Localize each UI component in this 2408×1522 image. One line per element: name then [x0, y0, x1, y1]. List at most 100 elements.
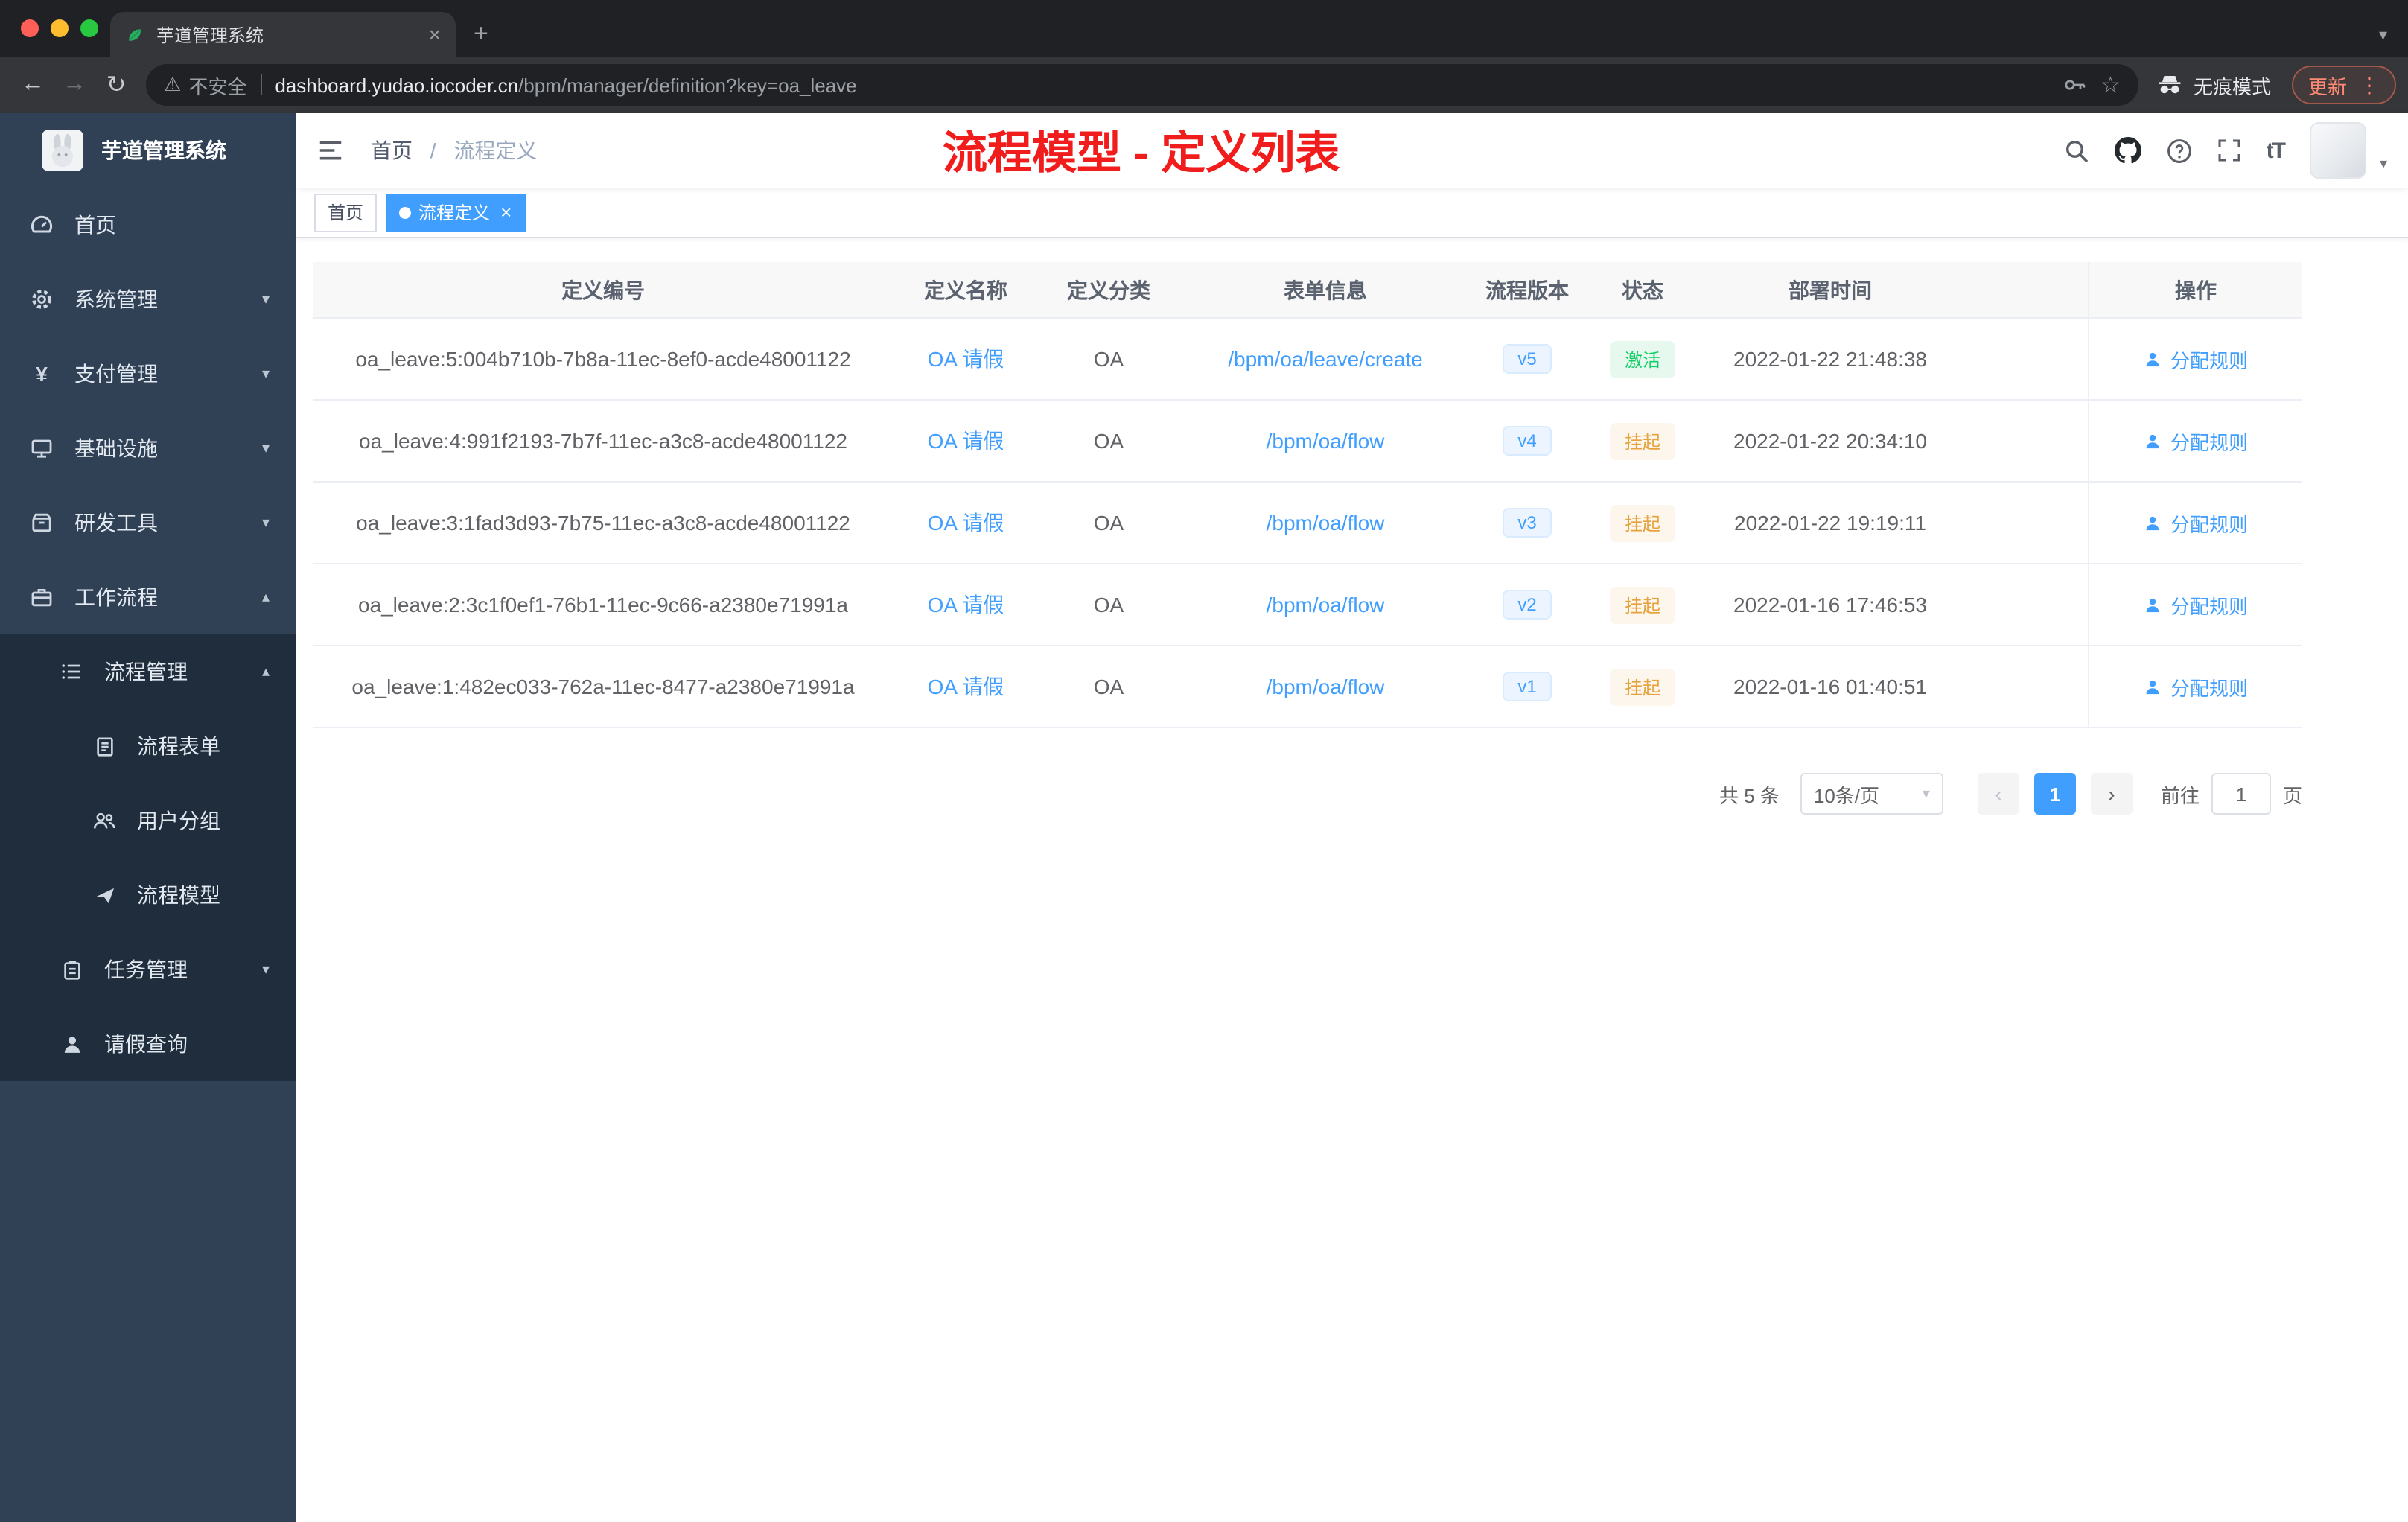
definition-id: oa_leave:5:004b710b-7b8a-11ec-8ef0-acde4… — [355, 347, 851, 371]
tab-search-icon[interactable]: ▾ — [2379, 25, 2387, 45]
warning-icon: ⚠ — [164, 73, 182, 95]
sidebar: 芋道管理系统 首页 系统管理 ▾ ¥ 支付管理 ▾ 基础设施 ▾ 研发工具 ▾ … — [0, 113, 296, 1522]
page-title-annotation: 流程模型 - 定义列表 — [943, 130, 1340, 179]
url-text: dashboard.yudao.iocoder.cn/bpm/manager/d… — [275, 74, 2047, 96]
definition-name-link[interactable]: OA 请假 — [928, 511, 1004, 535]
sidebar-item-user-group[interactable]: 用户分组 — [0, 783, 296, 858]
sidebar-item-infrastructure[interactable]: 基础设施 ▾ — [0, 411, 296, 485]
sidebar-item-task-management[interactable]: 任务管理 ▾ — [0, 932, 296, 1007]
security-label[interactable]: 不安全 — [188, 71, 246, 99]
help-icon[interactable] — [2167, 138, 2192, 163]
definition-name-link[interactable]: OA 请假 — [928, 347, 1004, 371]
version-badge: v1 — [1503, 672, 1552, 701]
page-number-button[interactable]: 1 — [2033, 773, 2076, 815]
status-badge: 挂起 — [1609, 504, 1675, 541]
fullscreen-icon[interactable] — [2217, 138, 2241, 162]
deploy-time: 2022-01-16 17:46:53 — [1733, 593, 1927, 617]
sidebar-item-leave-query[interactable]: 请假查询 — [0, 1007, 296, 1081]
browser-toolbar: ← → ↻ ⚠ 不安全 dashboard.yudao.iocoder.cn/b… — [0, 57, 2408, 113]
prev-page-button[interactable]: ‹ — [1977, 773, 2019, 815]
back-button[interactable]: ← — [12, 71, 54, 98]
refresh-button[interactable]: ↻ — [95, 70, 137, 100]
clipboard-icon — [60, 958, 83, 981]
tag-home[interactable]: 首页 — [314, 193, 378, 232]
table-row: oa_leave:3:1fad3d93-7b75-11ec-a3c8-acde4… — [313, 483, 2302, 564]
font-size-icon[interactable]: tT — [2267, 138, 2286, 163]
page-size-select[interactable]: 10条/页 ▾ — [1800, 773, 1943, 815]
tab-close-icon[interactable]: × — [429, 22, 441, 46]
browser-tab[interactable]: 芋道管理系统 × — [110, 12, 456, 57]
tags-bar: 首页 流程定义 × — [296, 188, 2408, 238]
next-page-button[interactable]: › — [2090, 773, 2133, 815]
app-frame: 芋道管理系统 首页 系统管理 ▾ ¥ 支付管理 ▾ 基础设施 ▾ 研发工具 ▾ … — [0, 113, 2408, 1522]
form-link[interactable]: /bpm/oa/flow — [1267, 675, 1385, 698]
main-area: 首页 / 流程定义 流程模型 - 定义列表 tT ▾ 首页 流程定义 × 定义编… — [296, 113, 2408, 1522]
header-action: 操作 — [2088, 262, 2302, 317]
assign-rule-button[interactable]: 分配规则 — [2144, 427, 2248, 455]
status-badge: 挂起 — [1609, 668, 1675, 705]
sidebar-item-process-model[interactable]: 流程模型 — [0, 858, 296, 932]
incognito-label: 无痕模式 — [2193, 75, 2271, 98]
deploy-time: 2022-01-22 20:34:10 — [1733, 429, 1927, 453]
browser-menu-icon[interactable]: ⋮ — [2359, 72, 2380, 98]
sidebar-item-process-form[interactable]: 流程表单 — [0, 709, 296, 783]
assign-rule-button[interactable]: 分配规则 — [2144, 672, 2248, 701]
table-row: oa_leave:2:3c1f0ef1-76b1-11ec-9c66-a2380… — [313, 564, 2302, 646]
tag-close-icon[interactable]: × — [500, 201, 512, 223]
password-key-icon[interactable] — [2062, 73, 2086, 97]
status-badge: 激活 — [1609, 340, 1675, 378]
new-tab-button[interactable]: + — [474, 19, 488, 49]
definition-name-link[interactable]: OA 请假 — [928, 675, 1004, 698]
tag-process-definition[interactable]: 流程定义 × — [386, 193, 526, 232]
sidebar-item-payment[interactable]: ¥ 支付管理 ▾ — [0, 337, 296, 411]
address-bar[interactable]: ⚠ 不安全 dashboard.yudao.iocoder.cn/bpm/man… — [146, 64, 2138, 106]
definition-name-link[interactable]: OA 请假 — [928, 593, 1004, 617]
version-badge: v5 — [1503, 344, 1552, 374]
hamburger-icon[interactable] — [317, 138, 344, 162]
form-link[interactable]: /bpm/oa/flow — [1267, 429, 1385, 453]
url-path: /bpm/manager/definition?key=oa_leave — [518, 74, 857, 96]
chevron-down-icon: ▾ — [261, 961, 270, 978]
definition-name-link[interactable]: OA 请假 — [928, 429, 1004, 453]
tab-favicon-icon — [125, 25, 144, 44]
incognito-indicator: 无痕模式 — [2156, 71, 2271, 99]
form-link[interactable]: /bpm/oa/flow — [1267, 593, 1385, 617]
deploy-time: 2022-01-22 21:48:38 — [1733, 347, 1927, 371]
sidebar-item-home[interactable]: 首页 — [0, 188, 296, 262]
deploy-time: 2022-01-16 01:40:51 — [1733, 675, 1927, 698]
forward-button[interactable]: → — [54, 71, 95, 98]
url-host: dashboard.yudao.iocoder.cn — [275, 74, 519, 96]
bookmark-star-icon[interactable]: ☆ — [2100, 71, 2121, 98]
chevron-down-icon: ▾ — [261, 291, 270, 308]
assign-rule-button[interactable]: 分配规则 — [2144, 345, 2248, 373]
update-button[interactable]: 更新 ⋮ — [2291, 66, 2396, 104]
breadcrumb: 首页 / 流程定义 — [371, 136, 537, 165]
form-link[interactable]: /bpm/oa/leave/create — [1228, 347, 1423, 371]
status-badge: 挂起 — [1609, 586, 1675, 623]
chevron-down-icon: ▾ — [261, 366, 270, 382]
sidebar-item-system[interactable]: 系统管理 ▾ — [0, 262, 296, 337]
avatar[interactable] — [2309, 122, 2366, 179]
chevron-down-icon[interactable]: ▾ — [2380, 156, 2387, 173]
search-icon[interactable] — [2064, 138, 2089, 163]
sidebar-item-dev-tools[interactable]: 研发工具 ▾ — [0, 485, 296, 560]
assign-rule-button[interactable]: 分配规则 — [2144, 590, 2248, 619]
sidebar-item-workflow[interactable]: 工作流程 ▴ — [0, 560, 296, 634]
assign-rule-button[interactable]: 分配规则 — [2144, 509, 2248, 537]
maximize-window-button[interactable] — [80, 19, 98, 37]
send-icon — [92, 883, 116, 907]
chevron-down-icon: ▾ — [261, 515, 270, 531]
archive-icon — [30, 511, 54, 535]
close-window-button[interactable] — [21, 19, 39, 37]
tab-title: 芋道管理系统 — [156, 25, 264, 45]
form-link[interactable]: /bpm/oa/flow — [1267, 511, 1385, 535]
dashboard-icon — [30, 213, 54, 237]
logo[interactable]: 芋道管理系统 — [0, 113, 296, 188]
goto-page-input[interactable] — [2211, 773, 2271, 815]
github-icon[interactable] — [2114, 137, 2141, 164]
breadcrumb-home[interactable]: 首页 — [371, 138, 413, 162]
minimize-window-button[interactable] — [51, 19, 69, 37]
browser-window: 芋道管理系统 × + ▾ ← → ↻ ⚠ 不安全 dashboard.yudao… — [0, 0, 2408, 1522]
sidebar-item-process-management[interactable]: 流程管理 ▴ — [0, 634, 296, 709]
definition-id: oa_leave:4:991f2193-7b7f-11ec-a3c8-acde4… — [359, 429, 847, 453]
